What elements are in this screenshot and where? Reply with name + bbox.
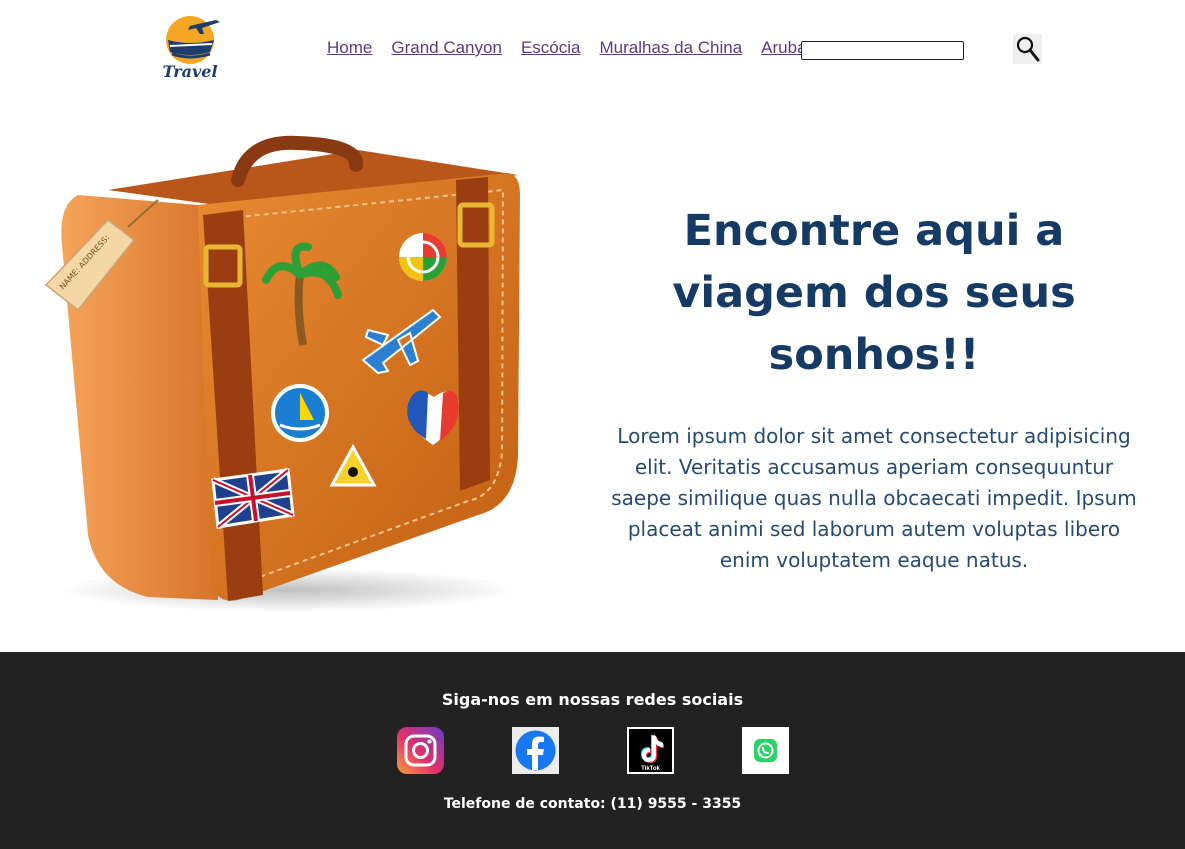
instagram-icon	[397, 727, 444, 774]
svg-text:Travel: Travel	[162, 62, 217, 81]
site-footer: Siga-nos em nossas redes sociais TikTok …	[0, 652, 1185, 849]
hero-text: Encontre aqui a viagem dos seus sonhos!!…	[600, 200, 1148, 576]
nav-link-grand-canyon[interactable]: Grand Canyon	[391, 38, 502, 58]
sailboat-sticker	[271, 384, 329, 442]
facebook-icon	[512, 727, 559, 774]
logo-ship-icon: Travel	[162, 16, 220, 81]
site-header: Travel Home Grand Canyon Escócia Muralha…	[0, 0, 1185, 95]
travel-logo[interactable]: Travel	[158, 10, 222, 82]
whatsapp-link[interactable]	[742, 727, 789, 774]
peace-sticker	[399, 233, 447, 281]
nav-link-home[interactable]: Home	[327, 38, 372, 58]
footer-title: Siga-nos em nossas redes sociais	[441, 690, 744, 709]
hero-description: Lorem ipsum dolor sit amet consectetur a…	[611, 424, 1137, 572]
svg-text:TikTok: TikTok	[641, 766, 660, 772]
hero-title: Encontre aqui a viagem dos seus sonhos!!	[672, 206, 1076, 380]
contact-phone: Telefone de contato: (11) 9555 - 3355	[443, 796, 742, 812]
magnifier-icon	[1016, 36, 1039, 62]
suitcase-image: NAME: ADDRESS:	[38, 135, 538, 615]
instagram-link[interactable]	[397, 727, 444, 774]
nav-link-aruba[interactable]: Aruba	[761, 38, 806, 58]
main-nav: Home Grand Canyon Escócia Muralhas da Ch…	[327, 38, 826, 58]
nav-link-muralhas-da-china[interactable]: Muralhas da China	[599, 38, 742, 58]
search-button[interactable]	[1013, 34, 1042, 64]
search-input[interactable]	[801, 41, 964, 60]
tiktok-link[interactable]: TikTok	[627, 727, 674, 774]
whatsapp-icon	[742, 727, 789, 774]
nav-link-escocia[interactable]: Escócia	[521, 38, 581, 58]
facebook-link[interactable]	[512, 727, 559, 774]
tiktok-icon: TikTok	[627, 727, 674, 774]
